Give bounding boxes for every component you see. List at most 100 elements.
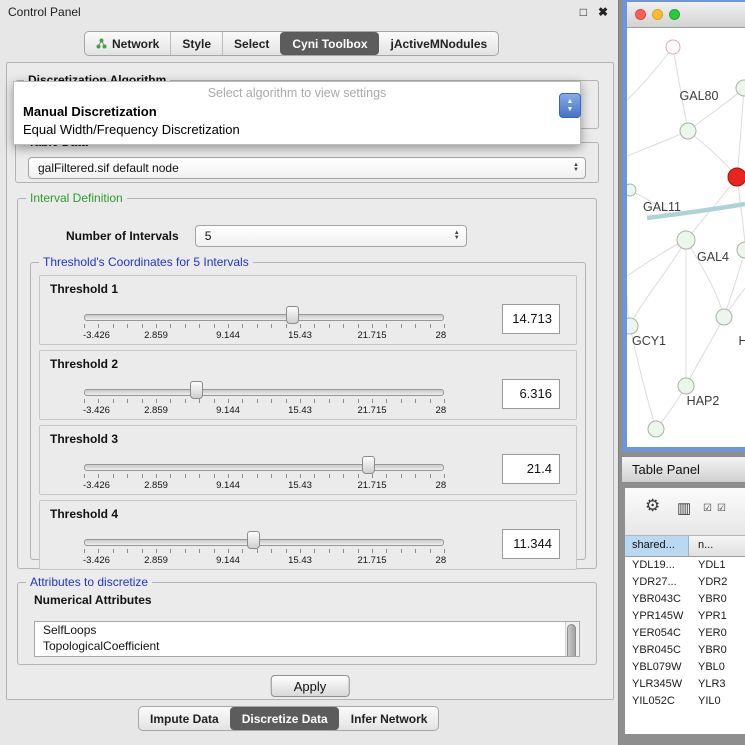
network-edge[interactable]: [737, 88, 744, 177]
slider-thumb[interactable]: [286, 306, 299, 324]
slider-thumb[interactable]: [247, 531, 260, 549]
attribute-item-selfloops[interactable]: SelfLoops: [35, 622, 579, 638]
threshold-slider[interactable]: -3.4262.8599.14415.4321.71528: [84, 306, 444, 340]
network-node[interactable]: [627, 184, 636, 196]
table-cell[interactable]: YLR3: [689, 676, 745, 693]
table-row[interactable]: YBR045CYBR0: [625, 642, 745, 659]
algorithm-option-manual-discretization[interactable]: Manual Discretization: [14, 103, 580, 121]
slider-track[interactable]: [84, 539, 444, 546]
threshold-slider[interactable]: -3.4262.8599.14415.4321.71528: [84, 381, 444, 415]
slider-track[interactable]: [84, 464, 444, 471]
network-node[interactable]: [716, 309, 732, 325]
network-canvas[interactable]: GAL80GAL11GAL4GCY1HAP2H: [627, 28, 745, 447]
table-cell[interactable]: YDR2: [689, 574, 745, 591]
table-row[interactable]: YIL052CYIL0: [625, 693, 745, 710]
table-cell[interactable]: YDL1: [689, 557, 745, 574]
threshold-slider[interactable]: -3.4262.8599.14415.4321.71528: [84, 456, 444, 490]
network-edge[interactable]: [627, 47, 673, 100]
table-cell[interactable]: YPR1: [689, 608, 745, 625]
network-node[interactable]: [680, 123, 696, 139]
bottom-tab-discretize-data[interactable]: Discretize Data: [230, 707, 339, 730]
checkbox-checked-icon[interactable]: ☑: [717, 503, 726, 514]
bottom-tab-impute-data[interactable]: Impute Data: [139, 707, 230, 730]
network-edge[interactable]: [627, 131, 688, 156]
scale-label: 21.715: [357, 480, 386, 491]
table-cell[interactable]: YBR0: [689, 591, 745, 608]
table-cell[interactable]: YBR0: [689, 642, 745, 659]
table-row[interactable]: YER054CYER0: [625, 625, 745, 642]
minimize-traffic-light-icon[interactable]: [652, 9, 663, 20]
float-window-icon[interactable]: □: [580, 5, 587, 19]
network-edge[interactable]: [688, 131, 737, 177]
number-of-intervals-label: Number of Intervals: [66, 229, 179, 243]
table-data-combo[interactable]: galFiltered.sif default node ▲ ▼: [28, 157, 586, 179]
network-node[interactable]: [627, 318, 638, 334]
network-edge[interactable]: [627, 240, 686, 276]
scrollbar-thumb[interactable]: [567, 624, 576, 657]
tick-mark: [185, 324, 186, 328]
table-cell[interactable]: YBR045C: [625, 642, 689, 659]
table-row[interactable]: YDL19...YDL1: [625, 557, 745, 574]
slider-thumb[interactable]: [362, 456, 375, 474]
apply-button[interactable]: Apply: [271, 675, 350, 697]
slider-track[interactable]: [84, 389, 444, 396]
network-node[interactable]: [678, 378, 694, 394]
slider-track[interactable]: [84, 314, 444, 321]
table-row[interactable]: YBR043CYBR0: [625, 591, 745, 608]
table-cell[interactable]: YER0: [689, 625, 745, 642]
network-node[interactable]: [666, 40, 680, 54]
tab-network[interactable]: Network: [85, 32, 170, 55]
zoom-traffic-light-icon[interactable]: [669, 9, 680, 20]
close-icon[interactable]: ✖: [598, 5, 608, 19]
tab-style[interactable]: Style: [170, 32, 222, 55]
table-cell[interactable]: YIL052C: [625, 693, 689, 710]
scrollbar[interactable]: [565, 622, 579, 656]
table-cell[interactable]: YER054C: [625, 625, 689, 642]
network-edge[interactable]: [630, 240, 686, 326]
slider-thumb[interactable]: [190, 381, 203, 399]
close-traffic-light-icon[interactable]: [635, 9, 646, 20]
network-node[interactable]: [737, 242, 745, 258]
attribute-item-betweennesscentrality[interactable]: BetweennessCentrality: [35, 654, 579, 657]
number-of-intervals-combo[interactable]: 5 ▲ ▼: [195, 225, 467, 247]
tab-cyni-toolbox[interactable]: Cyni Toolbox: [280, 32, 378, 55]
table-cell[interactable]: YDL19...: [625, 557, 689, 574]
network-node[interactable]: [677, 231, 695, 249]
threshold-value-field[interactable]: 21.4: [502, 454, 560, 484]
algorithm-combo-stepper[interactable]: ▲ ▼: [559, 93, 581, 118]
table-row[interactable]: YBL079WYBL0: [625, 659, 745, 676]
tab-select[interactable]: Select: [222, 32, 280, 55]
right-column: GAL80GAL11GAL4GCY1HAP2H Table Panel ⚙▥☑☑…: [622, 0, 745, 745]
threshold-slider[interactable]: -3.4262.8599.14415.4321.71528: [84, 531, 444, 565]
bottom-tab-infer-network[interactable]: Infer Network: [339, 707, 439, 730]
columns-icon[interactable]: ▥: [677, 499, 691, 517]
table-row[interactable]: YPR145WYPR1: [625, 608, 745, 625]
table-cell[interactable]: YLR345W: [625, 676, 689, 693]
checkbox-checked-icon[interactable]: ☑: [703, 503, 712, 514]
table-row[interactable]: YLR345WYLR3: [625, 676, 745, 693]
table-cell[interactable]: YDR27...: [625, 574, 689, 591]
attribute-item-topologicalcoefficient[interactable]: TopologicalCoefficient: [35, 638, 579, 654]
threshold-value-field[interactable]: 11.344: [502, 529, 560, 559]
gear-icon[interactable]: ⚙: [645, 496, 660, 516]
column-header-n[interactable]: n...: [689, 536, 745, 556]
network-edge[interactable]: [737, 177, 745, 243]
threshold-value-field[interactable]: 6.316: [502, 379, 560, 409]
threshold-value-field[interactable]: 14.713: [502, 304, 560, 334]
tab-jactivemnodules[interactable]: jActiveMNodules: [379, 32, 499, 55]
control-panel-tabs: NetworkStyleSelectCyni ToolboxjActiveMNo…: [84, 31, 499, 56]
algorithm-option-equal-width-frequency-discretization[interactable]: Equal Width/Frequency Discretization: [14, 121, 580, 139]
table-cell[interactable]: YBR043C: [625, 591, 689, 608]
tick-mark: [84, 399, 85, 403]
network-node-selected[interactable]: [728, 168, 745, 186]
network-edge[interactable]: [686, 317, 724, 386]
table-cell[interactable]: YBL0: [689, 659, 745, 676]
table-row[interactable]: YDR27...YDR2: [625, 574, 745, 591]
algorithm-dropdown-popup: Select algorithm to view settings Manual…: [13, 81, 581, 145]
tick-mark: [113, 399, 114, 403]
table-cell[interactable]: YBL079W: [625, 659, 689, 676]
network-node[interactable]: [648, 421, 664, 437]
column-header-shared[interactable]: shared...: [625, 536, 689, 556]
table-cell[interactable]: YIL0: [689, 693, 745, 710]
table-cell[interactable]: YPR145W: [625, 608, 689, 625]
